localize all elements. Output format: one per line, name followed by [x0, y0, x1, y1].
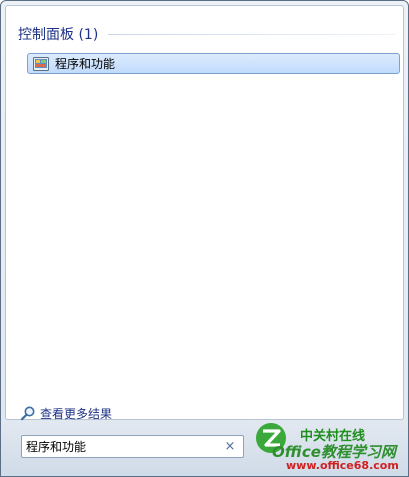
search-results-pane: 控制面板 (1) 程序和功能 查看更多结果 — [5, 5, 404, 422]
programs-and-features-icon — [33, 56, 49, 71]
watermark-line3: www.office68.com — [286, 459, 399, 472]
search-icon — [20, 406, 35, 421]
start-menu: 控制面板 (1) 程序和功能 查看更多结果 × — [0, 0, 409, 477]
see-more-results-link[interactable]: 查看更多结果 — [20, 404, 112, 422]
search-input[interactable] — [26, 438, 216, 455]
result-group-header: 控制面板 (1) — [18, 24, 395, 44]
watermark: 中关村在线 Office教程学习网 www.office68.com — [254, 417, 404, 474]
group-divider — [108, 33, 395, 35]
result-group-title[interactable]: 控制面板 (1) — [18, 24, 98, 44]
result-item-programs-and-features[interactable]: 程序和功能 — [27, 53, 400, 74]
see-more-results-label: 查看更多结果 — [40, 406, 113, 421]
search-box[interactable]: × — [21, 435, 244, 458]
result-item-label: 程序和功能 — [55, 57, 116, 71]
clear-search-button[interactable]: × — [223, 438, 237, 455]
